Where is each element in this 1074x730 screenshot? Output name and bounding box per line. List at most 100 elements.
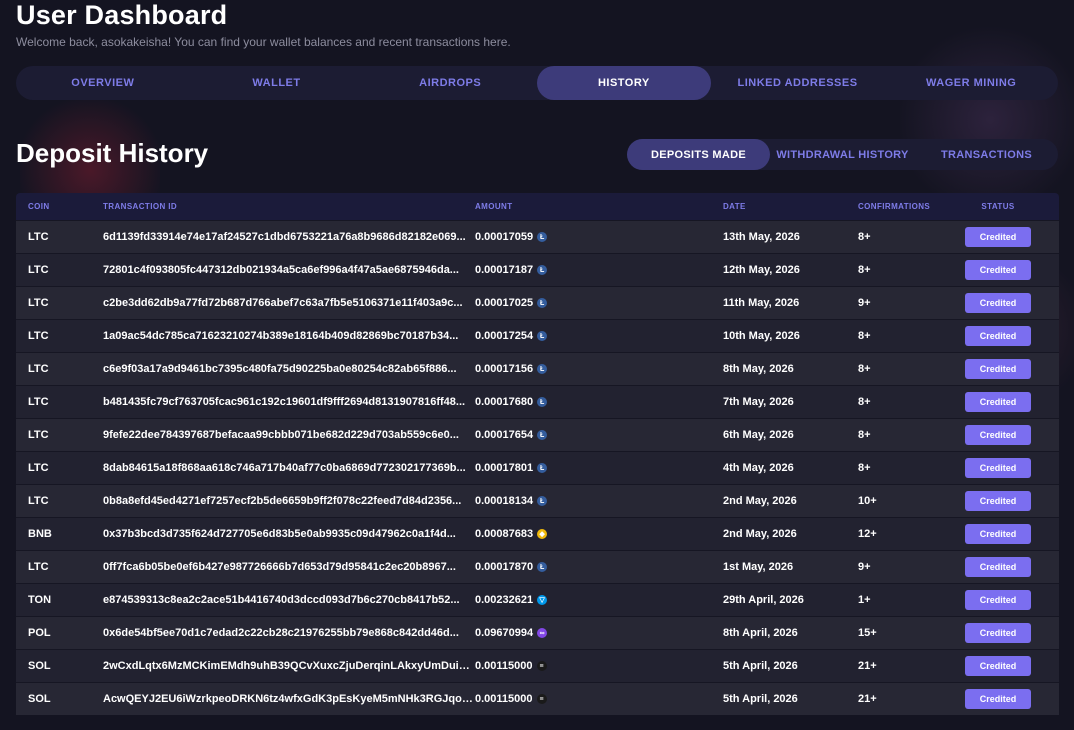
tab-withdrawal-history[interactable]: WITHDRAWAL HISTORY [770, 139, 915, 170]
tab-overview[interactable]: OVERVIEW [16, 66, 190, 100]
status-cell: Credited [948, 326, 1048, 346]
solana-icon: ≡ [536, 694, 547, 704]
transaction-id-cell[interactable]: 1a09ac54dc785ca71623210274b389e18164b409… [103, 330, 475, 342]
status-cell: Credited [948, 458, 1048, 478]
status-badge: Credited [965, 623, 1031, 643]
amount-value: 0.00087683 [475, 528, 534, 540]
status-badge: Credited [965, 590, 1031, 610]
tab-deposits-made[interactable]: DEPOSITS MADE [627, 139, 770, 170]
litecoin-icon: Ł [537, 496, 548, 506]
status-badge: Credited [965, 689, 1031, 709]
date-cell: 1st May, 2026 [723, 561, 794, 573]
table-row[interactable]: POL 0x6de54bf5ee70d1c7edad2c22cb28c219762… [16, 616, 1059, 649]
table-row[interactable]: LTC 72801c4f093805fc447312db021934a5ca6ef… [16, 253, 1059, 286]
amount-cell: 0.00115000 ≡ [475, 693, 723, 705]
date-cell: 8th April, 2026 [723, 627, 798, 639]
confirmations-cell: 8+ [858, 429, 871, 441]
table-row[interactable]: TON e874539313c8ea2c2ace51b4416740d3dccd0… [16, 583, 1059, 616]
history-sub-tabs: DEPOSITS MADE WITHDRAWAL HISTORY TRANSAC… [627, 139, 1058, 170]
polygon-icon: ∞ [537, 628, 548, 638]
litecoin-icon: Ł [537, 562, 548, 572]
transaction-id-cell[interactable]: 0x6de54bf5ee70d1c7edad2c22cb28c21976255b… [103, 627, 475, 639]
amount-cell: 0.00232621 ▽ [475, 594, 723, 606]
coin-cell: POL [28, 627, 51, 639]
tab-wager-mining[interactable]: WAGER MINING [884, 66, 1058, 100]
transaction-id-cell[interactable]: AcwQEYJ2EU6iWzrkpeoDRKN6tz4wfxGdK3pEsKye… [103, 693, 475, 705]
column-header-date[interactable]: DATE [723, 202, 858, 211]
status-cell: Credited [948, 260, 1048, 280]
table-row[interactable]: LTC c6e9f03a17a9d9461bc7395c480fa75d90225… [16, 352, 1059, 385]
tab-airdrops[interactable]: AIRDROPS [363, 66, 537, 100]
transaction-id-cell[interactable]: 9fefe22dee784397687befacaa99cbbb071be682… [103, 429, 475, 441]
coin-cell: LTC [28, 231, 49, 243]
status-badge: Credited [965, 458, 1031, 478]
table-row[interactable]: BNB 0x37b3bcd3d735f624d727705e6d83b5e0ab9… [16, 517, 1059, 550]
table-row[interactable]: LTC 0b8a8efd45ed4271ef7257ecf2b5de6659b9f… [16, 484, 1059, 517]
coin-cell: BNB [28, 528, 52, 540]
tab-transactions[interactable]: TRANSACTIONS [915, 139, 1058, 170]
confirmations-cell: 8+ [858, 363, 871, 375]
confirmations-cell: 21+ [858, 693, 877, 705]
transaction-id-cell[interactable]: 0ff7fca6b05be0ef6b427e987726666b7d653d79… [103, 561, 475, 573]
table-row[interactable]: LTC 9fefe22dee784397687befacaa99cbbb071be… [16, 418, 1059, 451]
amount-value: 0.00017801 [475, 462, 534, 474]
date-cell: 29th April, 2026 [723, 594, 804, 606]
transaction-id-cell[interactable]: 72801c4f093805fc447312db021934a5ca6ef996… [103, 264, 475, 276]
coin-cell: LTC [28, 429, 49, 441]
table-row[interactable]: LTC b481435fc79cf763705fcac961c192c19601d… [16, 385, 1059, 418]
column-header-confirmations[interactable]: CONFIRMATIONS [858, 202, 948, 211]
date-cell: 8th May, 2026 [723, 363, 794, 375]
tab-linked-addresses[interactable]: LINKED ADDRESSES [711, 66, 885, 100]
table-row[interactable]: LTC 0ff7fca6b05be0ef6b427e987726666b7d653… [16, 550, 1059, 583]
column-header-status[interactable]: STATUS [948, 202, 1048, 211]
status-badge: Credited [965, 260, 1031, 280]
transaction-id-cell[interactable]: e874539313c8ea2c2ace51b4416740d3dccd093d… [103, 594, 475, 606]
transaction-id-cell[interactable]: c6e9f03a17a9d9461bc7395c480fa75d90225ba0… [103, 363, 475, 375]
transaction-id-cell[interactable]: b481435fc79cf763705fcac961c192c19601df9f… [103, 396, 475, 408]
table-row[interactable]: LTC 6d1139fd33914e74e17af24527c1dbd675322… [16, 220, 1059, 253]
transaction-id-cell[interactable]: 2wCxdLqtx6MzMCKimEMdh9uhB39QCvXuxcZjuDer… [103, 660, 475, 672]
table-row[interactable]: SOL AcwQEYJ2EU6iWzrkpeoDRKN6tz4wfxGdK3pEs… [16, 682, 1059, 715]
coin-cell: TON [28, 594, 52, 606]
table-row[interactable]: LTC c2be3dd62db9a77fd72b687d766abef7c63a7… [16, 286, 1059, 319]
transaction-id-cell[interactable]: 0b8a8efd45ed4271ef7257ecf2b5de6659b9ff2f… [103, 495, 475, 507]
amount-value: 0.00017025 [475, 297, 534, 309]
table-row[interactable]: LTC 8dab84615a18f868aa618c746a717b40af77c… [16, 451, 1059, 484]
litecoin-icon: Ł [537, 397, 548, 407]
column-header-transaction-id[interactable]: TRANSACTION ID [103, 202, 475, 211]
background-glow-purple [900, 20, 1074, 220]
page-title: User Dashboard [16, 0, 228, 30]
date-cell: 11th May, 2026 [723, 297, 800, 309]
confirmations-cell: 9+ [858, 297, 871, 309]
status-cell: Credited [948, 590, 1048, 610]
confirmations-cell: 1+ [858, 594, 871, 606]
date-cell: 4th May, 2026 [723, 462, 794, 474]
main-tabs: OVERVIEW WALLET AIRDROPS HISTORY LINKED … [16, 66, 1058, 100]
column-header-coin[interactable]: COIN [16, 202, 103, 211]
coin-cell: LTC [28, 363, 49, 375]
status-cell: Credited [948, 293, 1048, 313]
transaction-id-cell[interactable]: 8dab84615a18f868aa618c746a717b40af77c0ba… [103, 462, 475, 474]
tab-wallet[interactable]: WALLET [190, 66, 364, 100]
amount-cell: 0.00018134 Ł [475, 495, 723, 507]
status-badge: Credited [965, 656, 1031, 676]
date-cell: 6th May, 2026 [723, 429, 794, 441]
table-row[interactable]: LTC 1a09ac54dc785ca71623210274b389e18164b… [16, 319, 1059, 352]
table-row[interactable]: SOL 2wCxdLqtx6MzMCKimEMdh9uhB39QCvXuxcZju… [16, 649, 1059, 682]
coin-cell: LTC [28, 297, 49, 309]
table-body: LTC 6d1139fd33914e74e17af24527c1dbd675322… [16, 220, 1059, 715]
transaction-id-cell[interactable]: c2be3dd62db9a77fd72b687d766abef7c63a7fb5… [103, 297, 475, 309]
date-cell: 12th May, 2026 [723, 264, 800, 276]
confirmations-cell: 9+ [858, 561, 871, 573]
tab-history[interactable]: HISTORY [537, 66, 711, 100]
transaction-id-cell[interactable]: 6d1139fd33914e74e17af24527c1dbd6753221a7… [103, 231, 475, 243]
column-header-amount[interactable]: AMOUNT [475, 202, 723, 211]
status-cell: Credited [948, 359, 1048, 379]
amount-value: 0.00115000 [475, 693, 533, 705]
amount-value: 0.09670994 [475, 627, 534, 639]
status-cell: Credited [948, 392, 1048, 412]
status-badge: Credited [965, 326, 1031, 346]
litecoin-icon: Ł [537, 430, 548, 440]
transaction-id-cell[interactable]: 0x37b3bcd3d735f624d727705e6d83b5e0ab9935… [103, 528, 475, 540]
solana-icon: ≡ [536, 661, 547, 671]
